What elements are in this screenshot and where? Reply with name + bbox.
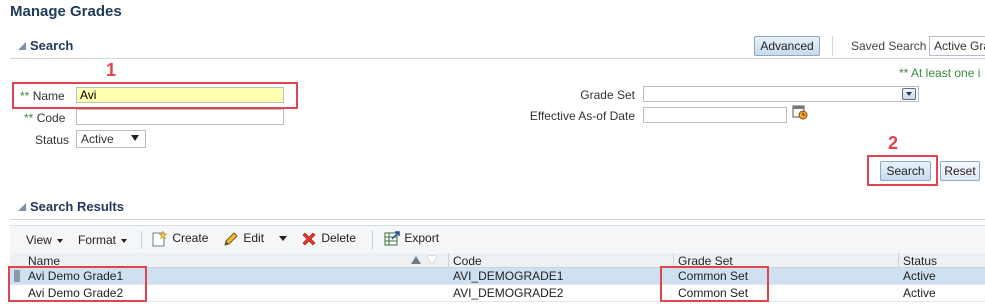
code-label: Code [36, 111, 66, 125]
annotation-box-grade-set [660, 266, 769, 302]
row-code: AVI_DEMOGRADE2 [453, 286, 564, 300]
toolbar-separator [372, 231, 373, 249]
saved-search-select[interactable]: Active Grad [929, 36, 985, 56]
grade-set-label: Grade Set [580, 88, 635, 102]
code-label-group: ** Code [24, 111, 65, 125]
name-input[interactable] [76, 87, 284, 103]
view-menu[interactable]: View [26, 233, 64, 247]
grade-set-dropdown-button[interactable] [902, 88, 916, 100]
results-section-header[interactable]: Search Results [18, 199, 124, 214]
sort-descending-icon[interactable] [427, 256, 437, 264]
annotation-box-result-names [8, 266, 147, 302]
view-menu-label: View [26, 233, 52, 247]
column-separator [448, 253, 449, 268]
at-least-one-note: ** At least one i [899, 66, 981, 80]
row-code: AVI_DEMOGRADE1 [453, 269, 564, 283]
column-separator [898, 253, 899, 268]
format-menu[interactable]: Format [78, 233, 128, 247]
name-label: Name [32, 89, 65, 103]
status-select[interactable]: Active [76, 130, 146, 148]
format-menu-label: Format [78, 233, 117, 247]
effective-date-input[interactable] [643, 107, 787, 123]
chevron-down-icon [906, 92, 912, 96]
create-button[interactable]: Create [151, 230, 208, 248]
calendar-icon[interactable] [792, 104, 808, 120]
page-title: Manage Grades [10, 3, 122, 20]
annotation-step-2: 2 [888, 133, 899, 153]
status-select-value: Active [81, 132, 114, 146]
delete-x-icon [302, 232, 316, 246]
chevron-down-icon [131, 135, 139, 141]
delete-label: Delete [321, 231, 357, 246]
grade-set-select[interactable] [643, 86, 919, 102]
table-row[interactable]: Avi Demo Grade2 AVI_DEMOGRADE2 Common Se… [10, 285, 985, 302]
create-label: Create [172, 231, 209, 246]
results-section-title: Search Results [30, 199, 124, 214]
pencil-icon [224, 232, 238, 246]
toolbar-separator [141, 231, 142, 249]
create-icon [152, 230, 168, 247]
export-button[interactable]: Export [383, 230, 439, 248]
edit-button[interactable]: Edit [222, 230, 264, 248]
results-table-header: Name Code Grade Set Status [10, 253, 985, 268]
export-icon [384, 231, 400, 246]
toolbar-separator [832, 36, 833, 56]
row-status: Active [903, 286, 936, 300]
sort-ascending-icon[interactable] [411, 256, 421, 264]
row-status: Active [903, 269, 936, 283]
chevron-down-icon [121, 238, 128, 243]
search-button[interactable]: Search [880, 161, 931, 181]
status-label: Status [35, 133, 70, 147]
advanced-button[interactable]: Advanced [754, 36, 820, 56]
name-label-group: ** Name [20, 89, 65, 103]
reset-button[interactable]: Reset [940, 161, 980, 181]
delete-button[interactable]: Delete [300, 230, 356, 248]
edit-dropdown-chevron-icon[interactable] [279, 236, 287, 241]
search-divider [10, 58, 985, 59]
code-required-marker: ** [24, 111, 34, 125]
collapse-triangle-icon[interactable] [18, 42, 26, 50]
search-section-title: Search [30, 38, 74, 53]
chevron-down-icon [57, 238, 64, 243]
column-header-code[interactable]: Code [453, 254, 482, 268]
saved-search-label: Saved Search [851, 39, 927, 53]
collapse-triangle-icon[interactable] [18, 203, 26, 211]
annotation-step-1: 1 [106, 60, 117, 80]
export-label: Export [404, 231, 440, 246]
column-header-status[interactable]: Status [903, 254, 937, 268]
edit-label: Edit [243, 231, 265, 246]
results-divider [10, 219, 985, 220]
name-required-marker: ** [20, 89, 30, 103]
code-input[interactable] [76, 109, 284, 125]
results-toolbar: View Format Create Edit Delete Export [10, 225, 985, 255]
effective-date-label: Effective As-of Date [529, 109, 635, 123]
table-row[interactable]: Avi Demo Grade1 AVI_DEMOGRADE1 Common Se… [10, 268, 985, 285]
search-section-header[interactable]: Search [18, 38, 73, 53]
